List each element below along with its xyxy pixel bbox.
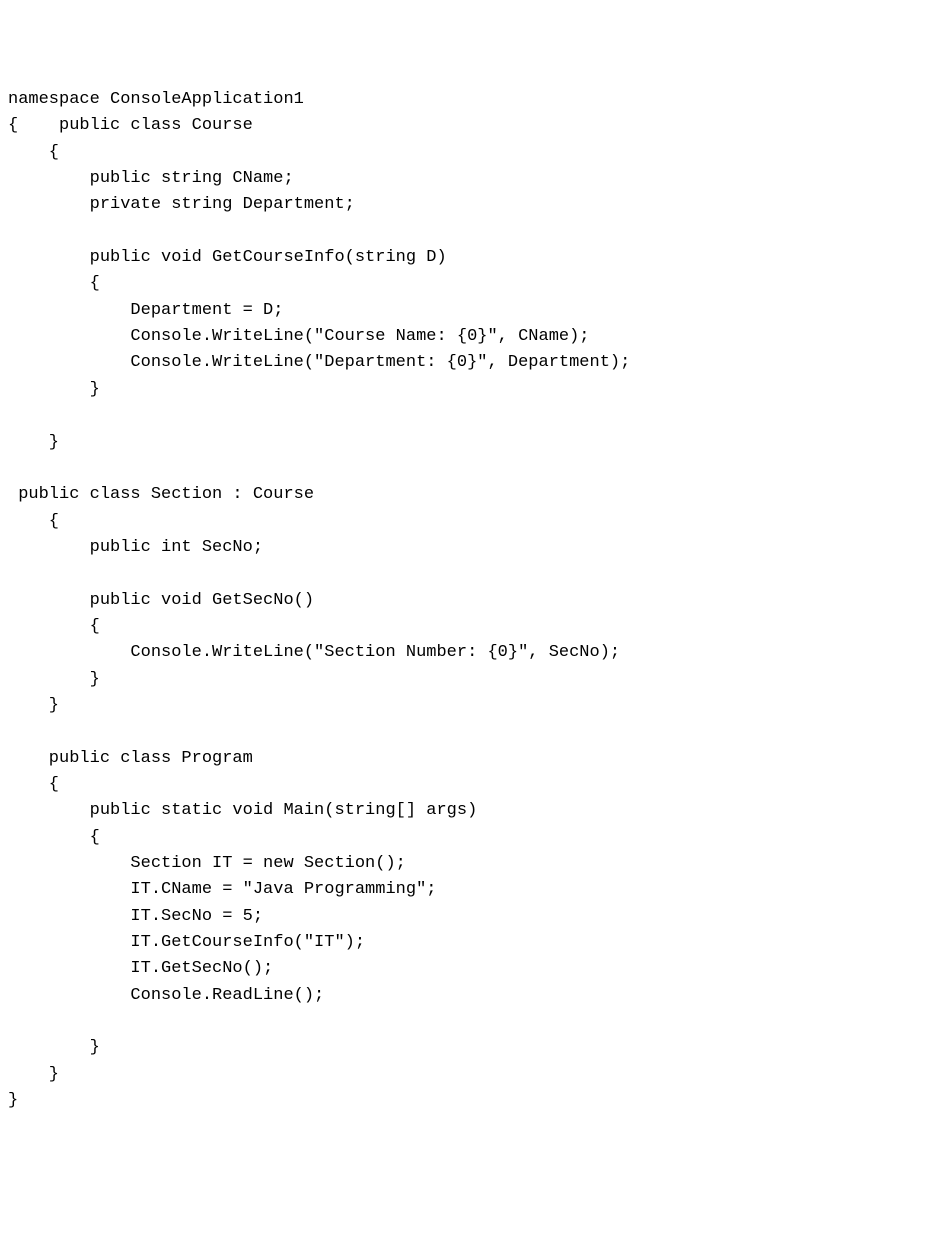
code-line: public int SecNo;: [8, 538, 263, 557]
code-line: {: [8, 828, 100, 847]
code-line: public static void Main(string[] args): [8, 801, 477, 820]
code-line: }: [8, 380, 100, 399]
code-line: public class Program: [8, 749, 253, 768]
code-line: IT.CName = "Java Programming";: [8, 880, 436, 899]
code-line: public void GetCourseInfo(string D): [8, 248, 447, 267]
code-block: namespace ConsoleApplication1 { public c…: [8, 87, 933, 1114]
code-line: namespace ConsoleApplication1: [8, 90, 304, 109]
code-line: Section IT = new Section();: [8, 854, 406, 873]
code-line: }: [8, 433, 59, 452]
code-line: Department = D;: [8, 301, 283, 320]
code-line: {: [8, 775, 59, 794]
code-line: }: [8, 1091, 18, 1110]
code-line: }: [8, 1065, 59, 1084]
code-line: {: [8, 617, 100, 636]
code-line: public class Section : Course: [8, 485, 314, 504]
code-line: public string CName;: [8, 169, 294, 188]
code-line: public void GetSecNo(): [8, 591, 314, 610]
code-line: }: [8, 670, 100, 689]
code-line: {: [8, 512, 59, 531]
code-line: private string Department;: [8, 195, 355, 214]
code-line: }: [8, 696, 59, 715]
code-line: {: [8, 143, 59, 162]
code-line: IT.SecNo = 5;: [8, 907, 263, 926]
code-line: IT.GetCourseInfo("IT");: [8, 933, 365, 952]
code-line: Console.WriteLine("Department: {0}", Dep…: [8, 353, 630, 372]
code-line: Console.ReadLine();: [8, 986, 324, 1005]
code-line: Console.WriteLine("Course Name: {0}", CN…: [8, 327, 590, 346]
code-line: IT.GetSecNo();: [8, 959, 273, 978]
code-line: Console.WriteLine("Section Number: {0}",…: [8, 643, 620, 662]
code-line: }: [8, 1038, 100, 1057]
code-line: {: [8, 274, 100, 293]
code-line: { public class Course: [8, 116, 253, 135]
